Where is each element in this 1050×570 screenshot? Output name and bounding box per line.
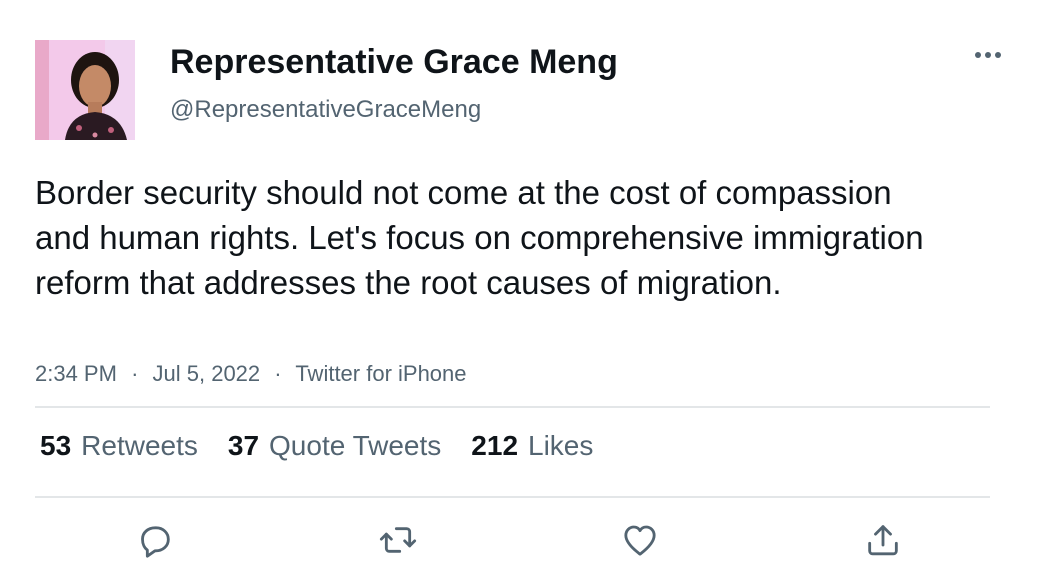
likes-label: Likes bbox=[528, 430, 594, 461]
engagement-stats: 53 Retweets 37 Quote Tweets 212 Likes bbox=[40, 430, 593, 462]
tweet-date[interactable]: Jul 5, 2022 bbox=[153, 361, 261, 386]
quote-tweets-count: 37 bbox=[227, 430, 260, 461]
like-button[interactable] bbox=[618, 518, 662, 562]
retweet-button[interactable] bbox=[376, 518, 420, 562]
tweet-time[interactable]: 2:34 PM bbox=[35, 361, 117, 386]
author-display-name[interactable]: Representative Grace Meng bbox=[170, 43, 618, 82]
quote-tweets-stat[interactable]: 37 Quote Tweets bbox=[228, 430, 441, 462]
retweets-stat[interactable]: 53 Retweets bbox=[40, 430, 198, 462]
likes-count: 212 bbox=[471, 430, 519, 461]
retweets-count: 53 bbox=[40, 430, 72, 461]
avatar[interactable] bbox=[35, 40, 135, 140]
quote-tweets-label: Quote Tweets bbox=[269, 430, 442, 461]
avatar-image bbox=[35, 40, 135, 140]
more-options-button[interactable] bbox=[970, 40, 1006, 70]
retweets-label: Retweets bbox=[81, 430, 198, 461]
reply-icon bbox=[141, 526, 170, 558]
tweet-source[interactable]: Twitter for iPhone bbox=[295, 361, 466, 386]
tweet-text: Border security should not come at the c… bbox=[35, 174, 924, 301]
share-button[interactable] bbox=[861, 518, 905, 562]
author-handle[interactable]: @RepresentativeGraceMeng bbox=[170, 96, 481, 124]
divider bbox=[35, 406, 990, 408]
meta-separator: · bbox=[274, 361, 282, 386]
likes-stat[interactable]: 212 Likes bbox=[471, 430, 593, 462]
retweet-icon bbox=[379, 527, 417, 553]
heart-icon bbox=[624, 525, 656, 556]
divider bbox=[35, 496, 990, 498]
share-icon bbox=[868, 525, 898, 556]
tweet-action-bar bbox=[0, 518, 1050, 562]
more-horizontal-icon bbox=[975, 52, 1001, 58]
tweet-meta: 2:34 PM · Jul 5, 2022 · Twitter for iPho… bbox=[35, 361, 467, 387]
reply-button[interactable] bbox=[133, 518, 177, 562]
meta-separator: · bbox=[131, 361, 139, 386]
